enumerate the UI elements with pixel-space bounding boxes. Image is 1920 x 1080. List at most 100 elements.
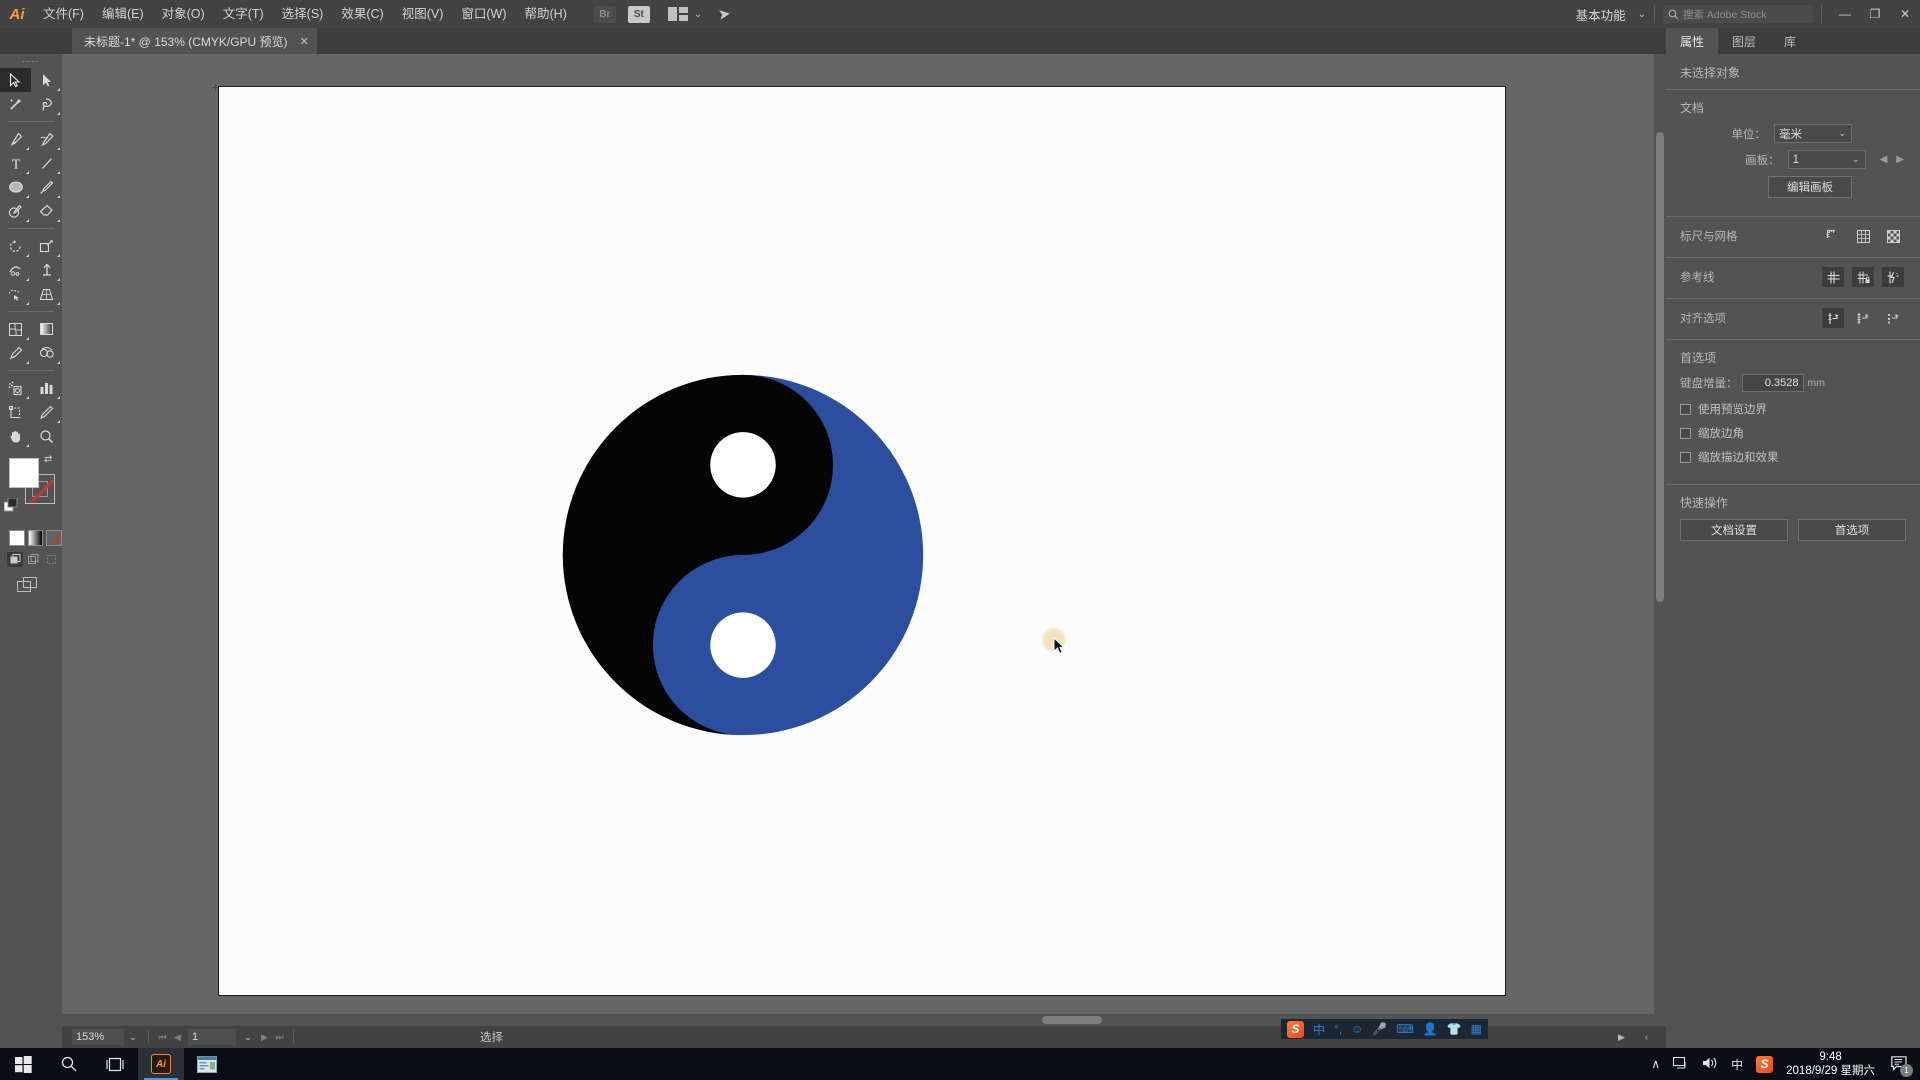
width-tool[interactable] [0,258,31,282]
menu-select[interactable]: 选择(S) [273,0,333,28]
hand-tool[interactable] [0,424,31,448]
arrange-documents-icon[interactable] [667,7,688,21]
scale-strokes-effects-checkbox[interactable] [1680,451,1691,463]
prev-artboard-icon[interactable]: ◀ [1880,154,1888,165]
next-artboard-icon[interactable]: ▶ [1896,154,1904,165]
next-artboard-button[interactable]: ▶ [257,1032,272,1043]
vertical-scrollbar[interactable] [1654,54,1666,1026]
smart-guides-icon[interactable] [1882,267,1904,287]
window-restore-button[interactable]: ❐ [1860,0,1890,28]
edit-artboards-button[interactable]: 编辑画板 [1768,176,1852,198]
network-icon[interactable] [1673,1056,1689,1073]
taskbar-clock[interactable]: 9:48 2018/9/29 星期六 [1786,1050,1875,1079]
preferences-button[interactable]: 首选项 [1798,519,1906,541]
workspace-chevron-down-icon[interactable]: ⌄ [1638,9,1646,20]
first-artboard-button[interactable]: ⏮ [155,1032,170,1043]
scale-corners-checkbox[interactable] [1680,427,1691,439]
direct-selection-tool[interactable] [31,68,62,92]
draw-inside-button[interactable] [43,552,59,567]
scale-corners-row[interactable]: 缩放边角 [1666,425,1920,441]
artboard[interactable] [218,86,1506,996]
fill-swatch[interactable] [9,458,39,488]
gradient-tool[interactable] [31,317,62,341]
document-tab[interactable]: 未标题-1* @ 153% (CMYK/GPU 预览) ✕ [72,28,317,54]
arrange-chevron-down-icon[interactable]: ⌄ [694,9,702,20]
volume-icon[interactable] [1702,1056,1718,1073]
show-guides-icon[interactable] [1822,267,1844,287]
align-to-point-icon[interactable] [1882,308,1904,328]
zoom-level-field[interactable]: 153% [72,1029,124,1045]
close-icon[interactable]: ✕ [300,35,309,48]
lasso-tool[interactable] [31,92,62,116]
symbol-sprayer-tool[interactable] [0,376,31,400]
mesh-tool[interactable] [0,317,31,341]
menu-window[interactable]: 窗口(W) [452,0,515,28]
artboard-select[interactable]: 1 ⌄ [1787,150,1866,169]
curvature-tool[interactable] [31,127,62,151]
share-rocket-icon[interactable]: ➤ [717,4,732,24]
emoji-icon[interactable]: ☺ [1351,1022,1363,1036]
change-screen-mode-button[interactable] [0,567,62,596]
magic-wand-tool[interactable] [0,92,31,116]
yin-yang-symbol[interactable] [561,373,925,737]
explorer-taskbar-button[interactable] [184,1048,230,1080]
search-input[interactable]: 搜索 Adobe Stock [1663,5,1813,23]
align-to-pixel-grid-icon[interactable] [1822,308,1844,328]
task-view-icon[interactable] [92,1048,138,1080]
illustrator-taskbar-button[interactable]: Ai [138,1048,184,1080]
artboard-number-field[interactable]: 1 [188,1029,236,1045]
free-transform-tool[interactable] [31,258,62,282]
user-icon[interactable]: 👤 [1423,1022,1438,1036]
gradient-swatch-button[interactable] [27,530,44,546]
scale-tool[interactable] [31,234,62,258]
selection-tool[interactable] [0,68,31,92]
soft-keyboard-icon[interactable]: ⌨ [1396,1022,1413,1036]
panel-grip[interactable]: ⋯⋯ [0,54,62,68]
menu-file[interactable]: 文件(F) [34,0,93,28]
shaper-tool[interactable] [0,199,31,223]
tab-libraries[interactable]: 库 [1770,28,1810,54]
ellipse-tool[interactable] [0,175,31,199]
sogou-logo-icon[interactable]: S [1287,1020,1304,1038]
color-swatch-button[interactable] [9,530,25,546]
rotate-tool[interactable] [0,234,31,258]
lock-guides-icon[interactable] [1852,267,1874,287]
pen-tool[interactable] [0,127,31,151]
skin-icon[interactable]: 👕 [1447,1022,1462,1036]
window-close-button[interactable]: ✕ [1890,0,1920,28]
vertical-scrollbar-thumb[interactable] [1656,132,1664,602]
tray-expand-icon[interactable]: ∧ [1651,1057,1660,1071]
preview-bounds-row[interactable]: 使用预览边界 [1666,401,1920,417]
shape-builder-tool[interactable] [0,282,31,306]
toolbox-icon[interactable]: ▦ [1471,1022,1482,1036]
status-collapse-button[interactable]: ‹ [1639,1032,1654,1042]
align-to-grid-icon[interactable] [1852,308,1874,328]
menu-edit[interactable]: 编辑(E) [93,0,153,28]
line-segment-tool[interactable] [31,151,62,175]
unit-select[interactable]: 毫米 ⌄ [1774,124,1852,143]
menu-effect[interactable]: 效果(C) [332,0,392,28]
notification-center-button[interactable]: 1 [1888,1052,1913,1077]
voice-input-icon[interactable]: 🎤 [1372,1022,1387,1036]
artboard-tool[interactable] [0,400,31,424]
swap-fill-stroke-icon[interactable]: ⇄ [44,454,56,466]
workspace-selector[interactable]: 基本功能 [1570,5,1632,24]
tab-layers[interactable]: 图层 [1718,28,1770,54]
column-graph-tool[interactable] [31,376,62,400]
preview-bounds-checkbox[interactable] [1680,403,1691,415]
menu-view[interactable]: 视图(V) [393,0,453,28]
prev-artboard-button[interactable]: ◀ [170,1032,185,1043]
keyboard-increment-field[interactable]: 0.3528 [1741,374,1804,392]
stock-icon[interactable]: St [627,5,650,23]
status-text[interactable]: 选择 [480,1029,503,1045]
status-next-button[interactable]: ▶ [1614,1032,1629,1043]
bridge-icon[interactable]: Br [593,5,616,23]
last-artboard-button[interactable]: ⏭ [272,1032,287,1043]
show-rulers-icon[interactable] [1822,226,1844,246]
canvas-area[interactable] [62,54,1666,1026]
menu-type[interactable]: 文字(T) [214,0,273,28]
window-minimize-button[interactable]: — [1830,0,1860,28]
draw-behind-button[interactable] [25,552,41,567]
document-setup-button[interactable]: 文档设置 [1680,519,1788,541]
scale-strokes-effects-row[interactable]: 缩放描边和效果 [1666,449,1920,465]
